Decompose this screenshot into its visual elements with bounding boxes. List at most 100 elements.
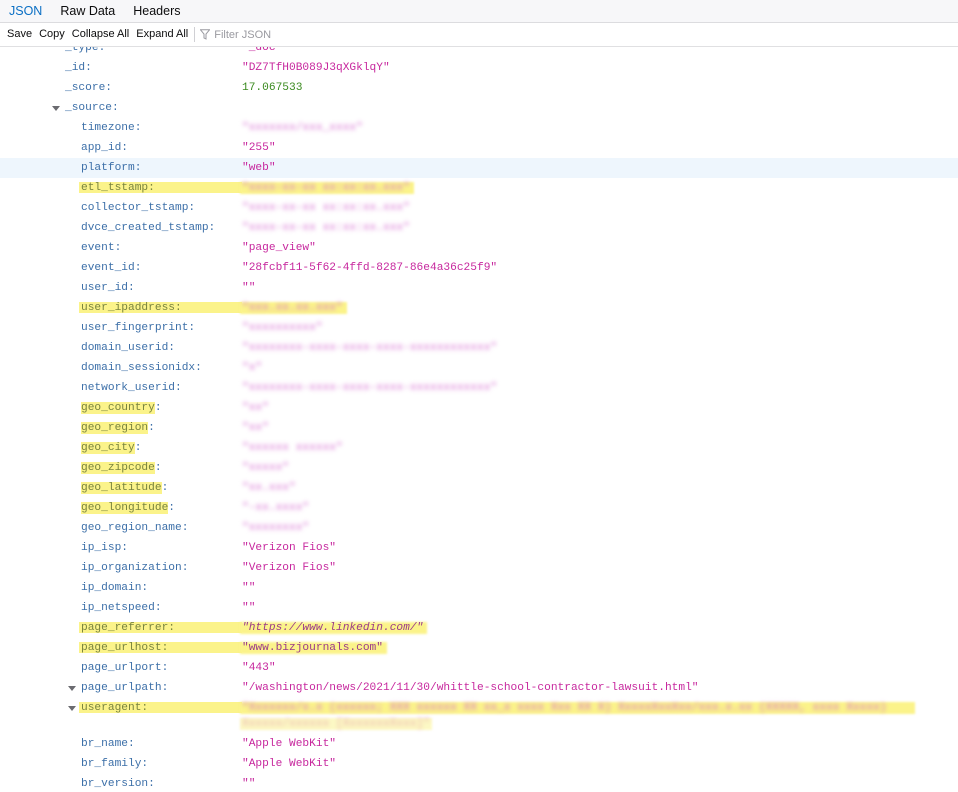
json-value-redacted: "xxx.xx.xx.xxx": [242, 302, 343, 314]
json-row[interactable]: br_version: "": [0, 774, 958, 792]
json-value-redacted: "xxxx-xx-xx xx:xx:xx.xxx": [242, 222, 410, 234]
key-match-highlight: geo_latitude: [81, 482, 162, 494]
json-key: domain_userid:: [81, 342, 175, 354]
json-row[interactable]: br_name: "Apple WebKit": [0, 734, 958, 754]
json-value-redacted: "xxxxxxxx-xxxx-xxxx-xxxx-xxxxxxxxxxxx": [242, 342, 498, 354]
json-key: collector_tstamp:: [81, 202, 196, 214]
tab-raw-data[interactable]: Raw Data: [51, 0, 124, 22]
json-value: "Apple WebKit": [242, 738, 336, 750]
key-match-highlight: geo_longitude: [81, 502, 169, 514]
json-value: "https://www.linkedin.com/": [242, 622, 424, 634]
json-key: dvce_created_tstamp:: [81, 222, 216, 234]
json-row[interactable]: geo_region_name: "xxxxxxxx": [0, 518, 958, 538]
json-value-redacted: "xxxxxxxxxx": [242, 322, 323, 334]
json-key: ip_organization:: [81, 562, 189, 574]
json-value: "Apple WebKit": [242, 758, 336, 770]
json-row[interactable]: user_ipaddress: "xxx.xx.xx.xxx": [0, 298, 958, 318]
json-row[interactable]: _id: "DZ7TfH0B089J3qXGklqY": [0, 58, 958, 78]
copy-button[interactable]: Copy: [35, 23, 68, 46]
json-row[interactable]: ip_organization: "Verizon Fios": [0, 558, 958, 578]
json-value-redacted: "xxxxxxx/xxx_xxxx": [242, 122, 363, 134]
json-row[interactable]: page_urlpath: "/washington/news/2021/11/3…: [0, 678, 958, 698]
json-row[interactable]: geo_country: "xx": [0, 398, 958, 418]
json-key: useragent:: [81, 702, 149, 714]
json-key: page_referrer:: [81, 622, 175, 634]
json-value: "443": [242, 662, 276, 674]
expand-all-button[interactable]: Expand All: [132, 23, 191, 46]
json-row[interactable]: page_referrer: "https://www.linkedin.com/…: [0, 618, 958, 638]
key-match-highlight: geo_country: [81, 402, 155, 414]
json-row[interactable]: domain_sessionidx: "x": [0, 358, 958, 378]
json-tree: _type: "_doc" _id: "DZ7TfH0B089J3qXGklqY" _s…: [0, 47, 958, 792]
json-value: "page_view": [242, 242, 316, 254]
json-key: br_family:: [81, 758, 149, 770]
json-row[interactable]: user_id: "": [0, 278, 958, 298]
json-row[interactable]: geo_region: "xx": [0, 418, 958, 438]
json-row[interactable]: _score: 17.067533: [0, 78, 958, 98]
json-value: "web": [242, 162, 276, 174]
json-row[interactable]: collector_tstamp: "xxxx-xx-xx xx:xx:xx.xx…: [0, 198, 958, 218]
save-button[interactable]: Save: [0, 23, 35, 46]
json-value: 17.067533: [242, 82, 303, 94]
json-key: br_version:: [81, 778, 155, 790]
json-value-redacted: "xx": [242, 402, 269, 414]
json-row[interactable]: etl_tstamp: "xxxx-xx-xx xx:xx:xx.xxx": [0, 178, 958, 198]
json-value: "DZ7TfH0B089J3qXGklqY": [242, 62, 390, 74]
json-value: "_doc": [242, 47, 283, 54]
json-row[interactable]: geo_latitude: "xx.xxx": [0, 478, 958, 498]
json-row[interactable]: event_id: "28fcbf11-5f62-4ffd-8287-86e4a3…: [0, 258, 958, 278]
expand-toggle-icon[interactable]: [52, 106, 60, 111]
json-toolbar: Save Copy Collapse All Expand All: [0, 23, 958, 47]
expand-toggle-icon[interactable]: [68, 706, 76, 711]
expand-toggle-icon[interactable]: [68, 686, 76, 691]
json-value-redacted: "xx": [242, 422, 269, 434]
json-row[interactable]: page_urlhost: "www.bizjournals.com": [0, 638, 958, 658]
json-row[interactable]: geo_zipcode: "xxxxx": [0, 458, 958, 478]
json-row[interactable]: ip_netspeed: "": [0, 598, 958, 618]
json-row[interactable]: user_fingerprint: "xxxxxxxxxx": [0, 318, 958, 338]
json-key: geo_latitude:: [81, 482, 169, 494]
json-key: ip_isp:: [81, 542, 128, 554]
json-key: ip_domain:: [81, 582, 149, 594]
json-key: geo_country:: [81, 402, 162, 414]
json-key: geo_longitude:: [81, 502, 175, 514]
json-row[interactable]: platform: "web": [0, 158, 958, 178]
json-value-redacted: "xx.xxx": [242, 482, 296, 494]
json-row[interactable]: _type: "_doc": [0, 47, 958, 58]
json-row[interactable]: app_id: "255": [0, 138, 958, 158]
collapse-all-button[interactable]: Collapse All: [68, 23, 132, 46]
json-row[interactable]: geo_city: "xxxxxx xxxxxx": [0, 438, 958, 458]
json-value: "": [242, 582, 256, 594]
json-row[interactable]: network_userid: "xxxxxxxx-xxxx-xxxx-xxxx-…: [0, 378, 958, 398]
json-key: etl_tstamp:: [81, 182, 155, 194]
json-key: geo_zipcode:: [81, 462, 162, 474]
json-key: ip_netspeed:: [81, 602, 162, 614]
value-highlight: [240, 718, 433, 730]
json-key: geo_region_name:: [81, 522, 189, 534]
json-row[interactable]: ip_isp: "Verizon Fios": [0, 538, 958, 558]
json-key: _source:: [65, 102, 119, 114]
filter-json: [200, 28, 515, 41]
json-value: "/washington/news/2021/11/30/whittle-sch…: [242, 682, 699, 694]
tab-headers[interactable]: Headers: [124, 0, 189, 22]
json-row[interactable]: event: "page_view": [0, 238, 958, 258]
json-row[interactable]: page_urlport: "443": [0, 658, 958, 678]
json-row[interactable]: _source:: [0, 98, 958, 118]
json-value: "www.bizjournals.com": [242, 642, 383, 654]
json-key: domain_sessionidx:: [81, 362, 202, 374]
json-key: user_id:: [81, 282, 135, 294]
json-row[interactable]: useragent: "Xxxxxxx/x.x (xxxxxx; XXX xxxx…: [0, 698, 958, 734]
json-row[interactable]: domain_userid: "xxxxxxxx-xxxx-xxxx-xxxx-x…: [0, 338, 958, 358]
json-value-redacted: "xxxxx": [242, 462, 289, 474]
tab-json[interactable]: JSON: [0, 0, 51, 22]
json-row[interactable]: dvce_created_tstamp: "xxxx-xx-xx xx:xx:xx…: [0, 218, 958, 238]
filter-json-input[interactable]: [214, 28, 515, 41]
json-row[interactable]: timezone: "xxxxxxx/xxx_xxxx": [0, 118, 958, 138]
json-row[interactable]: ip_domain: "": [0, 578, 958, 598]
json-key: platform:: [81, 162, 142, 174]
json-row[interactable]: geo_longitude: "-xx.xxxx": [0, 498, 958, 518]
filter-funnel-icon: [200, 29, 211, 40]
json-key: br_name:: [81, 738, 135, 750]
json-row[interactable]: br_family: "Apple WebKit": [0, 754, 958, 774]
json-key: event_id:: [81, 262, 142, 274]
